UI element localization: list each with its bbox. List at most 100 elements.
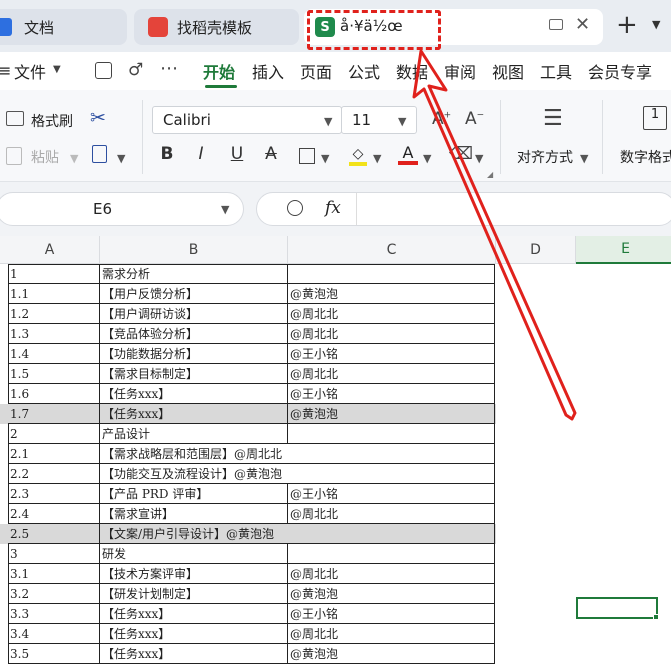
scissors-icon[interactable]: ✂: [90, 107, 106, 129]
cell-b[interactable]: 【任务xxx】: [100, 604, 288, 624]
chevron-down-icon[interactable]: ▼: [652, 18, 660, 31]
chevron-down-icon[interactable]: ▼: [475, 152, 483, 165]
cell-b[interactable]: 【功能交互及流程设计】@黄泡泡: [100, 464, 288, 484]
font-color-icon[interactable]: A: [398, 143, 418, 165]
clear-format-icon[interactable]: ⌫: [449, 144, 473, 164]
cell-a[interactable]: 2: [8, 424, 100, 444]
menu-home[interactable]: 开始: [203, 59, 235, 83]
spreadsheet-grid[interactable]: A B C D E 1 需求分析 1.1 【用户反馈分析】 @黄泡泡 1.2 【用户调研访谈…: [0, 236, 671, 664]
cell-b[interactable]: 研发: [100, 544, 288, 564]
cell-c[interactable]: @周北北: [288, 624, 495, 644]
cell-a[interactable]: 3.5: [8, 644, 100, 664]
chevron-down-icon[interactable]: ▼: [70, 152, 78, 165]
cell-c[interactable]: @黄泡泡: [288, 404, 495, 424]
increase-font-icon[interactable]: A+: [432, 109, 451, 129]
cell-c[interactable]: @王小铭: [288, 484, 495, 504]
number-format-icon[interactable]: 1: [643, 106, 667, 130]
chevron-down-icon[interactable]: ▼: [324, 115, 332, 128]
cell-c[interactable]: [288, 464, 495, 484]
cell-b[interactable]: 【任务xxx】: [100, 404, 288, 424]
cell-a[interactable]: 3.3: [8, 604, 100, 624]
chevron-down-icon[interactable]: ▼: [398, 115, 406, 128]
cell-c[interactable]: @周北北: [288, 564, 495, 584]
cell-a[interactable]: 1.7: [8, 404, 100, 424]
chevron-down-icon[interactable]: ▼: [321, 152, 329, 165]
more-options-icon[interactable]: ⋯: [160, 58, 178, 79]
copy-icon[interactable]: [92, 145, 107, 163]
cell-b[interactable]: 【文案/用户引导设计】@黄泡泡: [100, 524, 288, 544]
cell-c[interactable]: @王小铭: [288, 344, 495, 364]
menu-formula[interactable]: 公式: [348, 59, 380, 83]
cell-b[interactable]: 【功能数据分析】: [100, 344, 288, 364]
align-icon[interactable]: ☰: [543, 106, 563, 131]
cell-a[interactable]: 2.2: [8, 464, 100, 484]
cell-a[interactable]: 1.2: [8, 304, 100, 324]
cell-c[interactable]: @周北北: [288, 324, 495, 344]
menu-insert[interactable]: 插入: [252, 59, 284, 83]
cell-b[interactable]: 【研发计划制定】: [100, 584, 288, 604]
cell-a[interactable]: 2.5: [8, 524, 100, 544]
strikethrough-icon[interactable]: A: [260, 144, 282, 164]
cell-c[interactable]: @王小铭: [288, 384, 495, 404]
menu-review[interactable]: 审阅: [444, 59, 476, 83]
column-header-e[interactable]: E: [576, 236, 671, 264]
cell-b[interactable]: 【技术方案评审】: [100, 564, 288, 584]
cell-c[interactable]: @周北北: [288, 304, 495, 324]
cell-a[interactable]: 3: [8, 544, 100, 564]
number-format-button[interactable]: 数字格式: [620, 147, 671, 167]
underline-icon[interactable]: U: [226, 144, 248, 164]
borders-icon[interactable]: [299, 148, 315, 164]
bold-icon[interactable]: B: [156, 144, 178, 164]
font-name-select[interactable]: Calibri: [152, 106, 342, 134]
cell-a[interactable]: 3.1: [8, 564, 100, 584]
tab-documents[interactable]: 文档: [0, 9, 127, 45]
cell-c[interactable]: [288, 524, 495, 544]
decrease-font-icon[interactable]: A−: [465, 109, 484, 129]
column-header-c[interactable]: C: [288, 236, 496, 264]
cell-b[interactable]: 【需求目标制定】: [100, 364, 288, 384]
format-painter-button[interactable]: 格式刷: [31, 111, 73, 131]
cell-a[interactable]: 3.2: [8, 584, 100, 604]
expand-font-dialog-icon[interactable]: ◢: [487, 170, 493, 179]
cell-c[interactable]: @黄泡泡: [288, 284, 495, 304]
close-tab-icon[interactable]: ✕: [575, 14, 590, 35]
cell-b[interactable]: 【需求战略层和范围层】@周北北: [100, 444, 288, 464]
menu-file[interactable]: 文件: [14, 59, 46, 83]
cell-a[interactable]: 2.1: [8, 444, 100, 464]
italic-icon[interactable]: I: [190, 144, 212, 164]
name-box[interactable]: E6 ▼: [0, 192, 244, 226]
hamburger-menu-icon[interactable]: ≡: [0, 61, 11, 80]
chevron-down-icon[interactable]: ▼: [580, 152, 588, 165]
active-cell-selection[interactable]: [576, 597, 658, 619]
cell-b[interactable]: 【用户调研访谈】: [100, 304, 288, 324]
column-header-a[interactable]: A: [0, 236, 100, 264]
new-tab-button[interactable]: +: [616, 10, 638, 40]
cell-c[interactable]: @王小铭: [288, 604, 495, 624]
cell-a[interactable]: 1.1: [8, 284, 100, 304]
brush-icon[interactable]: ♂: [128, 60, 143, 80]
cell-c[interactable]: [288, 444, 495, 464]
cell-c[interactable]: @周北北: [288, 504, 495, 524]
paste-icon[interactable]: [6, 147, 22, 165]
cell-b[interactable]: 【任务xxx】: [100, 624, 288, 644]
column-header-d[interactable]: D: [496, 236, 576, 264]
cell-c[interactable]: [288, 544, 495, 564]
cell-b[interactable]: 【用户反馈分析】: [100, 284, 288, 304]
cell-b[interactable]: 【竞品体验分析】: [100, 324, 288, 344]
cell-b[interactable]: 【任务xxx】: [100, 644, 288, 664]
cell-a[interactable]: 1.6: [8, 384, 100, 404]
column-header-b[interactable]: B: [100, 236, 288, 264]
save-icon[interactable]: [95, 62, 112, 79]
tab-template[interactable]: 找稻壳模板: [134, 9, 299, 45]
tab-spreadsheet[interactable]: S å·¥ä½œ ✕: [304, 9, 603, 45]
menu-page[interactable]: 页面: [300, 59, 332, 83]
cell-a[interactable]: 1.3: [8, 324, 100, 344]
formula-input[interactable]: fx: [256, 192, 671, 226]
fx-icon[interactable]: fx: [325, 198, 341, 218]
alignment-button[interactable]: 对齐方式: [517, 147, 573, 167]
cell-c[interactable]: [288, 264, 495, 284]
format-painter-icon[interactable]: [6, 111, 24, 126]
cell-c[interactable]: [288, 424, 495, 444]
cell-c[interactable]: @黄泡泡: [288, 644, 495, 664]
cell-a[interactable]: 3.4: [8, 624, 100, 644]
